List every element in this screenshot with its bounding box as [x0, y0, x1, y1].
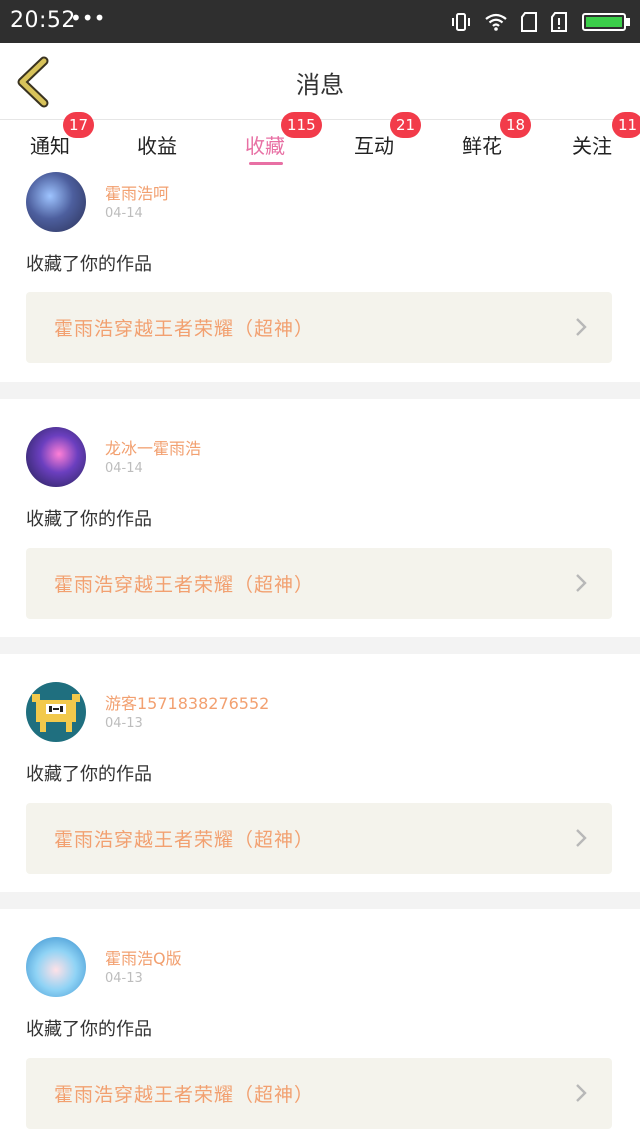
work-title: 霍雨浩穿越王者荣耀（超神）: [54, 829, 315, 851]
chevron-right-icon: [576, 318, 587, 336]
tab-badge: 115: [281, 112, 322, 138]
message-card: 龙冰一霍雨浩 04-14 收藏了你的作品 霍雨浩穿越王者荣耀（超神）: [0, 399, 640, 637]
message-action-text: 收藏了你的作品: [26, 764, 152, 785]
work-title: 霍雨浩穿越王者荣耀（超神）: [54, 1084, 315, 1106]
header: 消息: [0, 43, 640, 119]
message-date: 04-14: [105, 206, 143, 221]
section-divider: [0, 892, 640, 909]
tab-notice[interactable]: 通知 17: [0, 112, 100, 170]
tab-flowers[interactable]: 鲜花 18: [432, 112, 532, 170]
tab-earnings[interactable]: 收益: [107, 120, 207, 170]
wifi-icon: [485, 13, 507, 31]
page-title: 消息: [296, 71, 344, 99]
message-date: 04-13: [105, 971, 143, 986]
battery-icon: [582, 13, 630, 31]
message-card: 游客1571838276552 04-13 收藏了你的作品 霍雨浩穿越王者荣耀（…: [0, 654, 640, 892]
chevron-right-icon: [576, 574, 587, 592]
message-action-text: 收藏了你的作品: [26, 254, 152, 275]
message-action-text: 收藏了你的作品: [26, 509, 152, 530]
work-title: 霍雨浩穿越王者荣耀（超神）: [54, 318, 315, 340]
section-divider: [0, 382, 640, 399]
status-time: 20:52: [10, 8, 76, 33]
avatar[interactable]: [26, 172, 86, 232]
work-link[interactable]: 霍雨浩穿越王者荣耀（超神）: [26, 803, 612, 874]
message-date: 04-13: [105, 716, 143, 731]
message-card: 霍雨浩呵 04-14 收藏了你的作品 霍雨浩穿越王者荣耀（超神）: [0, 170, 640, 382]
message-date: 04-14: [105, 461, 143, 476]
username-link[interactable]: 游客1571838276552: [105, 690, 269, 714]
work-link[interactable]: 霍雨浩穿越王者荣耀（超神）: [26, 1058, 612, 1129]
tab-badge: 17: [63, 112, 95, 138]
avatar[interactable]: [26, 937, 86, 997]
chevron-right-icon: [576, 829, 587, 847]
active-tab-indicator: [249, 162, 283, 165]
work-title: 霍雨浩穿越王者荣耀（超神）: [54, 574, 315, 596]
tab-label: 收益: [137, 134, 177, 158]
username-link[interactable]: 霍雨浩Q版: [105, 945, 182, 969]
tab-interaction[interactable]: 互动 21: [324, 112, 424, 170]
status-bar: 20:52 •••: [0, 0, 640, 43]
section-divider: [0, 637, 640, 654]
status-icons: [450, 10, 632, 34]
username-link[interactable]: 龙冰一霍雨浩: [105, 435, 201, 459]
sim2-icon: [551, 12, 567, 32]
tab-following[interactable]: 关注 11: [542, 112, 640, 170]
tab-favorites[interactable]: 收藏 115: [215, 112, 322, 170]
message-action-text: 收藏了你的作品: [26, 1019, 152, 1040]
avatar[interactable]: [26, 682, 86, 742]
message-card: 霍雨浩Q版 04-13 收藏了你的作品 霍雨浩穿越王者荣耀（超神）: [0, 909, 640, 1138]
pixel-cow-avatar-icon: [32, 694, 80, 732]
tab-badge: 11: [612, 112, 640, 138]
chevron-right-icon: [576, 1084, 587, 1102]
work-link[interactable]: 霍雨浩穿越王者荣耀（超神）: [26, 292, 612, 363]
status-dots: •••: [70, 6, 106, 30]
tab-bar: 通知 17 收益 收藏 115 互动 21 鲜花 18 关注 11: [0, 112, 640, 170]
vibrate-icon: [452, 13, 470, 31]
sim1-icon: [521, 12, 537, 32]
tab-badge: 18: [500, 112, 532, 138]
tab-badge: 21: [390, 112, 422, 138]
work-link[interactable]: 霍雨浩穿越王者荣耀（超神）: [26, 548, 612, 619]
username-link[interactable]: 霍雨浩呵: [105, 180, 169, 204]
avatar[interactable]: [26, 427, 86, 487]
